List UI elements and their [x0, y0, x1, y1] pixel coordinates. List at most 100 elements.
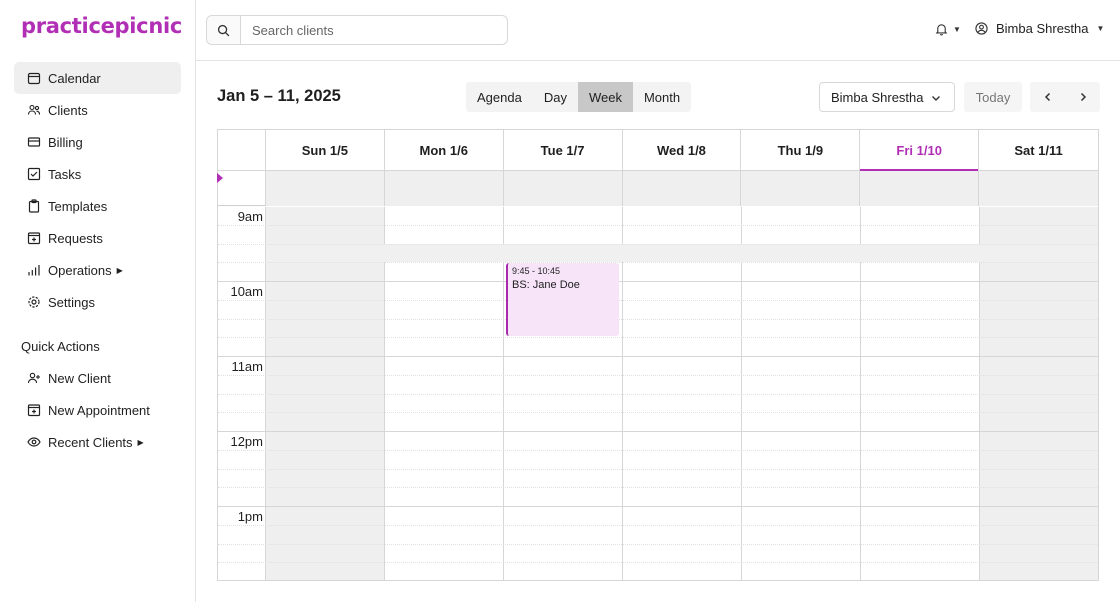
day-header[interactable]: Sat 1/11: [979, 130, 1098, 170]
sidebar-item-calendar[interactable]: Calendar: [14, 62, 181, 94]
calendar-event[interactable]: 9:45 - 10:45 BS: Jane Doe: [506, 263, 619, 336]
gear-icon: [27, 295, 41, 309]
calendar-icon: [27, 71, 41, 85]
day-header[interactable]: Tue 1/7: [504, 130, 623, 170]
search-box: [206, 15, 508, 45]
view-switcher: Agenda Day Week Month: [466, 82, 692, 112]
calendar-plus-icon: [27, 231, 41, 245]
sidebar-item-label: Calendar: [48, 70, 101, 86]
chevron-down-icon: ▼: [953, 24, 961, 34]
quick-action-recent-clients[interactable]: Recent Clients ▶: [14, 426, 181, 458]
hour-line: [218, 431, 1098, 432]
day-header-today[interactable]: Fri 1/10: [860, 130, 980, 171]
sidebar-item-templates[interactable]: Templates: [14, 190, 181, 222]
slot-line: [218, 244, 1098, 245]
week-calendar: Sun 1/5 Mon 1/6 Tue 1/7 Wed 1/8 Thu 1/9 …: [217, 129, 1099, 581]
user-name: Bimba Shrestha: [996, 21, 1089, 36]
day-header[interactable]: Wed 1/8: [623, 130, 742, 170]
time-label: 12pm: [230, 434, 263, 449]
sidebar-item-billing[interactable]: Billing: [14, 126, 181, 158]
slot-line: [218, 562, 1098, 563]
team-member-select[interactable]: Bimba Shrestha: [819, 82, 955, 112]
credit-card-icon: [27, 135, 41, 149]
search-icon: [217, 24, 230, 36]
all-day-cell[interactable]: [503, 171, 623, 206]
all-day-cell[interactable]: [265, 171, 385, 206]
day-header[interactable]: Mon 1/6: [385, 130, 504, 170]
day-header[interactable]: Thu 1/9: [741, 130, 861, 170]
view-day-button[interactable]: Day: [533, 82, 578, 112]
quick-action-label: Recent Clients: [48, 434, 133, 450]
sidebar-item-requests[interactable]: Requests: [14, 222, 181, 254]
sidebar-item-label: Clients: [48, 102, 88, 118]
sidebar-item-operations[interactable]: Operations ▶: [14, 254, 181, 286]
notifications-button[interactable]: ▼: [935, 22, 961, 36]
all-day-cell[interactable]: [384, 171, 504, 206]
sidebar: practicepicnic Calendar Clients Billing …: [0, 0, 196, 602]
today-button[interactable]: Today: [964, 82, 1022, 112]
next-week-button[interactable]: [1065, 82, 1100, 112]
all-day-cell[interactable]: [860, 171, 980, 206]
caret-right-icon: ▶: [116, 265, 123, 275]
sidebar-item-tasks[interactable]: Tasks: [14, 158, 181, 190]
quick-action-label: New Client: [48, 370, 111, 386]
event-time: 9:45 - 10:45: [512, 266, 561, 276]
slot-line: [218, 525, 1098, 526]
slot-line: [218, 319, 1098, 320]
all-day-row: [218, 171, 1098, 206]
sidebar-item-label: Tasks: [48, 166, 82, 182]
all-day-cell[interactable]: [979, 171, 1098, 206]
slot-line: [218, 544, 1098, 545]
time-label: 1pm: [237, 509, 263, 524]
previous-week-button[interactable]: [1030, 82, 1065, 112]
hour-line: [218, 281, 1098, 282]
chevron-right-icon: [1080, 92, 1086, 102]
all-day-cell[interactable]: [622, 171, 742, 206]
quick-actions: New Client New Appointment Recent Client…: [14, 362, 181, 458]
day-header[interactable]: Sun 1/5: [266, 130, 385, 170]
search-input[interactable]: [241, 16, 507, 44]
sidebar-item-label: Templates: [48, 198, 108, 214]
calendar-header: Sun 1/5 Mon 1/6 Tue 1/7 Wed 1/8 Thu 1/9 …: [218, 130, 1098, 171]
time-gutter-header: [218, 130, 266, 170]
slot-line: [218, 394, 1098, 395]
search-button[interactable]: [207, 16, 241, 44]
caret-right-icon: ▶: [137, 437, 144, 447]
time-label: 11am: [231, 359, 263, 374]
slot-line: [218, 487, 1098, 488]
slot-line: [218, 469, 1098, 470]
quick-actions-title: Quick Actions: [21, 339, 100, 354]
view-week-button[interactable]: Week: [577, 82, 633, 112]
top-bar: ▼ Bimba Shrestha ▼: [196, 0, 1120, 61]
slot-line: [218, 337, 1098, 338]
user-plus-icon: [27, 371, 41, 385]
quick-action-new-client[interactable]: New Client: [14, 362, 181, 394]
eye-icon: [27, 435, 41, 449]
quick-action-new-appointment[interactable]: New Appointment: [14, 394, 181, 426]
view-month-button[interactable]: Month: [633, 82, 691, 112]
sidebar-item-label: Settings: [48, 294, 95, 310]
slot-line: [218, 412, 1098, 413]
date-range-title: Jan 5 – 11, 2025: [217, 87, 341, 105]
event-title: BS: Jane Doe: [512, 279, 580, 291]
chevron-down-icon: [932, 96, 940, 101]
sidebar-item-clients[interactable]: Clients: [14, 94, 181, 126]
checkbox-icon: [27, 167, 41, 181]
user-avatar-icon: [975, 22, 988, 35]
users-icon: [27, 103, 41, 117]
slot-line: [218, 375, 1098, 376]
bell-icon: [935, 24, 948, 36]
quick-action-label: New Appointment: [48, 402, 150, 418]
all-day-cell[interactable]: [741, 171, 861, 206]
brand-logo[interactable]: practicepicnic: [21, 14, 182, 38]
sidebar-item-settings[interactable]: Settings: [14, 286, 181, 318]
view-agenda-button[interactable]: Agenda: [466, 82, 533, 112]
sidebar-item-label: Billing: [48, 134, 83, 150]
time-label: 9am: [237, 209, 263, 224]
team-member-value: Bimba Shrestha: [831, 89, 924, 105]
busy-band: [266, 244, 1098, 262]
chevron-left-icon: [1044, 92, 1050, 102]
user-menu[interactable]: Bimba Shrestha ▼: [975, 21, 1104, 36]
hour-line: [218, 356, 1098, 357]
sidebar-nav: Calendar Clients Billing Tasks Templates…: [14, 62, 181, 318]
